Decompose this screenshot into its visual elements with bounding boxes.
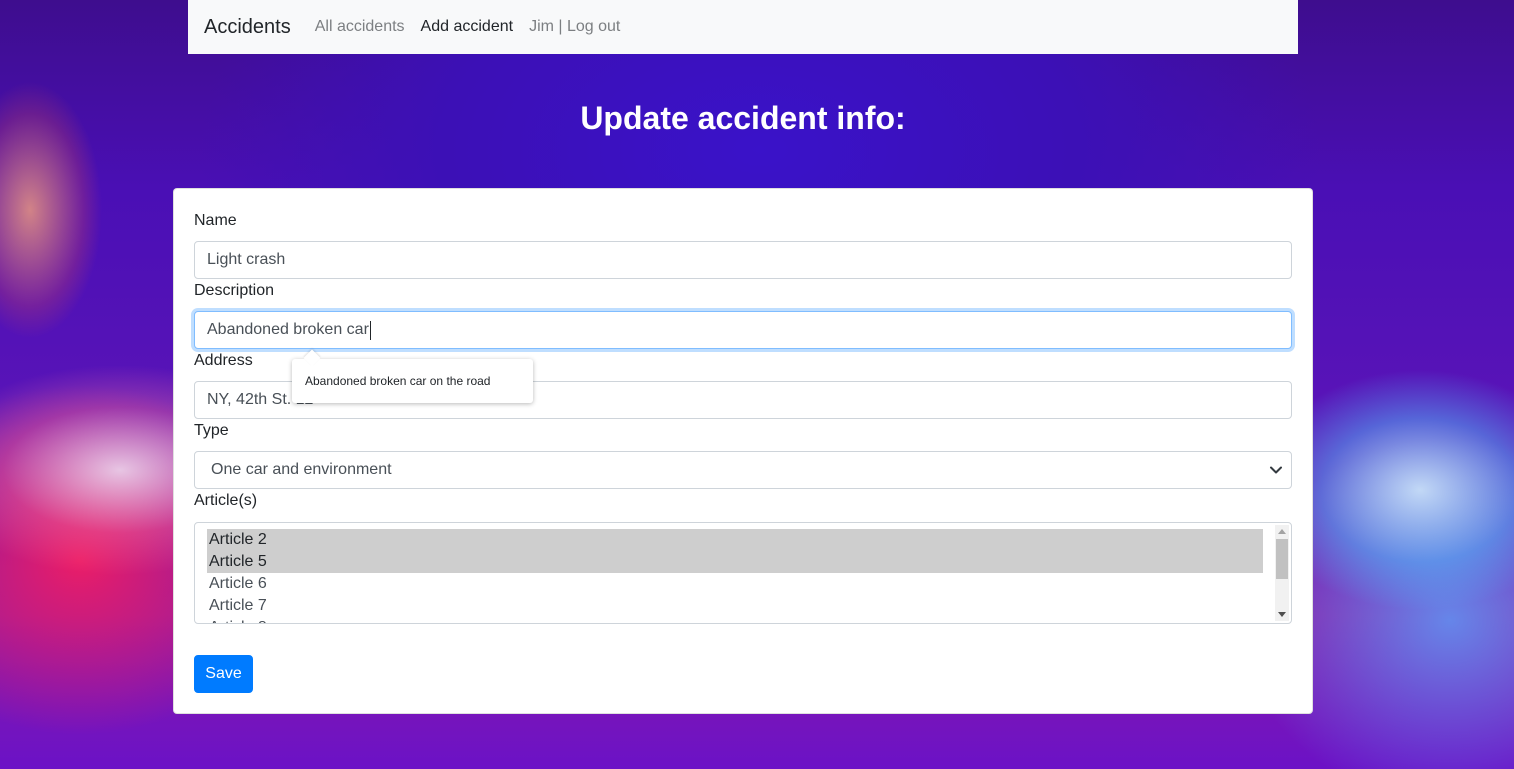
top-navbar: Accidents All accidents Add accident Jim… (188, 0, 1298, 54)
address-label: Address (194, 352, 253, 369)
description-input[interactable]: Abandoned broken car (194, 311, 1292, 349)
type-select[interactable]: One car and environment (194, 451, 1292, 489)
navbar-brand[interactable]: Accidents (204, 16, 291, 39)
articles-label: Article(s) (194, 492, 258, 509)
description-input-value: Abandoned broken car (207, 321, 369, 338)
scrollbar-thumb[interactable] (1276, 539, 1288, 579)
articles-scrollbar[interactable] (1275, 525, 1289, 621)
page-title: Update accident info: (580, 100, 906, 136)
autocomplete-suggestion-text: Abandoned broken car on the road (305, 374, 491, 388)
articles-multiselect[interactable]: Article 2Article 5Article 6Article 7Arti… (194, 522, 1292, 624)
article-option[interactable]: Article 7 (207, 595, 1263, 617)
name-input[interactable]: Light crash (194, 241, 1292, 279)
nav-link-all-accidents[interactable]: All accidents (315, 18, 405, 36)
nav-link-add-accident[interactable]: Add accident (421, 18, 514, 36)
chevron-down-icon (1270, 466, 1282, 474)
description-label: Description (194, 282, 275, 299)
name-label: Name (194, 212, 237, 229)
articles-option-list: Article 2Article 5Article 6Article 7Arti… (207, 529, 1263, 623)
article-option[interactable]: Article 5 (207, 551, 1263, 573)
save-button[interactable]: Save (194, 655, 253, 693)
name-input-value: Light crash (207, 251, 286, 268)
text-caret (369, 320, 371, 340)
nav-user-logout[interactable]: Jim | Log out (529, 18, 620, 36)
article-option[interactable]: Article 6 (207, 573, 1263, 595)
scroll-up-arrow-icon[interactable] (1278, 529, 1286, 534)
article-option[interactable]: Article 8 (207, 617, 1263, 623)
scroll-down-arrow-icon[interactable] (1278, 612, 1286, 617)
type-label: Type (194, 422, 229, 439)
type-select-value: One car and environment (211, 461, 392, 478)
autocomplete-suggestion[interactable]: Abandoned broken car on the road (292, 349, 533, 403)
article-option[interactable]: Article 2 (207, 529, 1263, 551)
accident-form-card: Name Light crash Description Abandoned b… (173, 188, 1313, 714)
